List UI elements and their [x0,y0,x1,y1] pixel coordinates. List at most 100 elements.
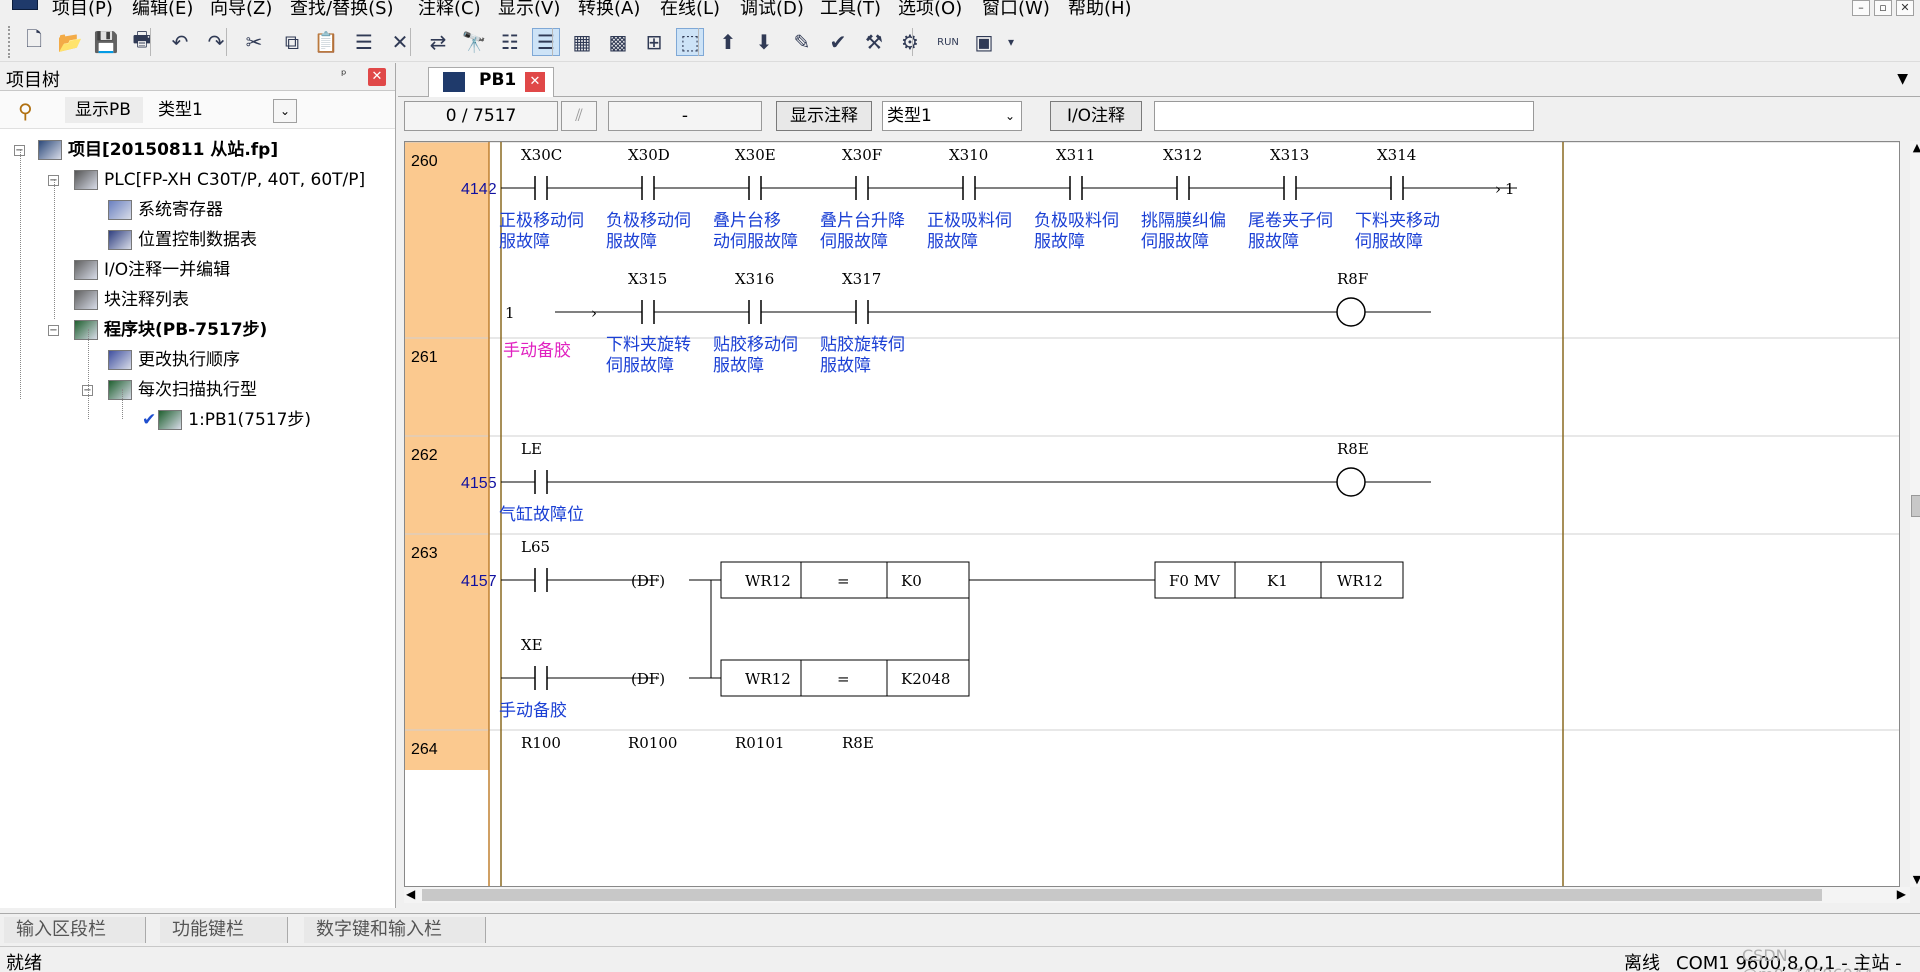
contact-operand: R0101 [735,734,784,752]
menu-find-replace[interactable]: 查找/替换(S) [290,0,394,20]
tree-node-label: 系统寄存器 [138,200,223,220]
menu-comment[interactable]: 注释(C) [418,0,481,20]
ladder-view-icon[interactable]: ☰ [532,28,560,56]
tree-connector [88,329,89,419]
menu-view[interactable]: 显示(V) [498,0,560,20]
menu-wizard[interactable]: 向导(Z) [210,0,272,20]
mv-operand: K1 [1267,572,1288,590]
tree-node-7[interactable]: 更改执行顺序 [108,347,240,373]
vertical-scrollbar[interactable]: ▲ ▼ [1910,141,1920,887]
block-view-icon[interactable]: ▩ [604,28,632,56]
show-comment-button[interactable]: 显示注释 [776,101,872,131]
horizontal-scrollbar[interactable]: ◀ ▶ [404,887,1910,903]
project-tree-pane: 项目树 ᵖ ✕ ⚲ 显示PB 类型1 ⌄ 项目[20150811 从站.fp] −… [0,63,396,908]
minimize-button[interactable]: – [1852,0,1870,16]
tab-numeric-keys[interactable]: 数字键和输入栏 [304,917,486,943]
download-icon[interactable]: ⬇ [750,28,778,56]
tree-node-8[interactable]: 每次扫描执行型 [108,377,257,403]
scroll-left-icon[interactable]: ◀ [406,887,415,901]
menu-online[interactable]: 在线(L) [660,0,720,20]
print-icon[interactable]: 🖶 [128,27,156,56]
toolbar-separator [698,28,699,56]
menu-debug[interactable]: 调试(D) [740,0,804,20]
write-icon[interactable]: ✎ [788,28,816,56]
monitor-icon[interactable]: ⬚ [676,28,704,56]
copy-icon[interactable]: ⧉ [278,28,306,56]
insert-row-icon[interactable]: ☰ [350,28,378,56]
contact-gap [856,298,868,326]
tree-node-9[interactable]: ✔ 1:PB1(7517步) [142,407,311,433]
settings-icon[interactable]: ⚙ [896,28,924,56]
dropdown-icon[interactable]: ▾ [1004,28,1018,56]
replace-icon[interactable]: ⇄ [424,28,452,56]
convert-icon[interactable]: ⊞ [640,28,668,56]
tree-type-dropdown[interactable]: ⌄ [273,99,297,123]
watermark: CSDN @m0_74586044 [1742,946,1873,972]
tab-close-button[interactable]: ✕ [525,72,545,92]
scroll-h-thumb[interactable] [422,889,1822,901]
status-bar: 就绪 离线 COM1 9600,8,O,1 - 主站 - [0,946,1920,972]
tree-node-2[interactable]: 系统寄存器 [108,197,223,223]
scroll-right-icon[interactable]: ▶ [1897,887,1906,901]
verify-icon[interactable]: ✔ [824,28,852,56]
tree-node-1[interactable]: PLC[FP-XH C30T/P, 40T, 60T/P] [74,167,365,193]
menu-help[interactable]: 帮助(H) [1068,0,1132,20]
ladder-diagram: 260 4142 261 262 4155 263 4157 264 X30C 正极移动伺服故障 X… [405,142,1899,886]
close-pane-button[interactable]: ✕ [368,68,386,86]
undo-icon[interactable]: ↶ [166,28,194,56]
close-button[interactable]: ✕ [1896,0,1914,16]
io-comment-button[interactable]: I/O注释 [1050,101,1142,131]
tree-settings-icon[interactable]: ⚲ [18,99,33,123]
contact-operand: X30D [628,146,670,164]
tree-node-5[interactable]: 块注释列表 [74,287,189,313]
new-icon[interactable]: 🗋 [20,27,48,56]
open-icon[interactable]: 📂 [56,28,84,56]
find-icon[interactable]: 🔭 [460,28,488,56]
rung-address: 4155 [461,475,497,492]
contact-comment: 气缸故障位 [499,504,584,525]
io-comment-input[interactable] [1154,101,1534,131]
tree-node-4[interactable]: I/O注释一并编辑 [74,257,230,283]
menu-convert[interactable]: 转换(A) [578,0,640,20]
list-view-icon[interactable]: ▦ [568,28,596,56]
paste-icon[interactable]: 📋 [312,28,340,56]
restore-button[interactable]: ▫ [1874,0,1892,16]
contact-operand: R0100 [628,734,677,752]
show-pb-button[interactable]: 显示PB [65,97,143,123]
contact-comment: 正极吸料伺 [927,211,1012,231]
step-jump-button[interactable]: ⫽ [561,101,597,131]
menu-window[interactable]: 窗口(W) [982,0,1050,20]
scroll-up-icon[interactable]: ▲ [1910,141,1920,155]
upload-icon[interactable]: ⬆ [714,28,742,56]
check-icon: ✔ [142,410,157,430]
tree-expander-icon[interactable]: − [48,325,59,336]
tree-node-6[interactable]: 程序块(PB-7517步) [74,317,267,343]
compile-icon[interactable]: ☷ [496,28,524,56]
pin-icon[interactable]: ᵖ [341,68,355,86]
project-icon [38,140,62,160]
ladder-editor[interactable]: 260 4142 261 262 4155 263 4157 264 X30C 正极移动伺 服故障 X… [404,141,1900,887]
menu-project[interactable]: 项目(P) [52,0,113,20]
tab-function-keys[interactable]: 功能键栏 [160,917,288,943]
tree-node-3[interactable]: 位置控制数据表 [108,227,257,253]
comment-type-select[interactable]: 类型1 ⌄ [882,101,1022,131]
tree-node-label: 更改执行顺序 [138,350,240,370]
toolbar-grip[interactable] [8,26,11,58]
df-instruction: (DF) [631,670,665,688]
tab-pb1[interactable]: PB1 ✕ [428,67,554,97]
scroll-thumb[interactable] [1911,495,1920,517]
contact-comment: 下料夹移动 [1355,211,1440,231]
run-icon[interactable]: RUN [934,28,962,56]
menu-tools[interactable]: 工具(T) [820,0,881,20]
menu-edit[interactable]: 编辑(E) [132,0,193,20]
contact-comment: 动伺服故障 [713,232,798,252]
tree-node-0[interactable]: 项目[20150811 从站.fp] [38,137,278,163]
tool-icon[interactable]: ⚒ [860,28,888,56]
tab-input-segment[interactable]: 输入区段栏 [4,917,146,943]
save-icon[interactable]: 💾 [92,28,120,56]
scroll-down-icon[interactable]: ▼ [1910,873,1920,887]
menu-options[interactable]: 选项(O) [898,0,962,20]
io-monitor-icon[interactable]: ▣ [970,28,998,56]
cut-icon[interactable]: ✂ [240,28,268,56]
tab-list-dropdown-icon[interactable]: ▼ [1897,71,1908,87]
